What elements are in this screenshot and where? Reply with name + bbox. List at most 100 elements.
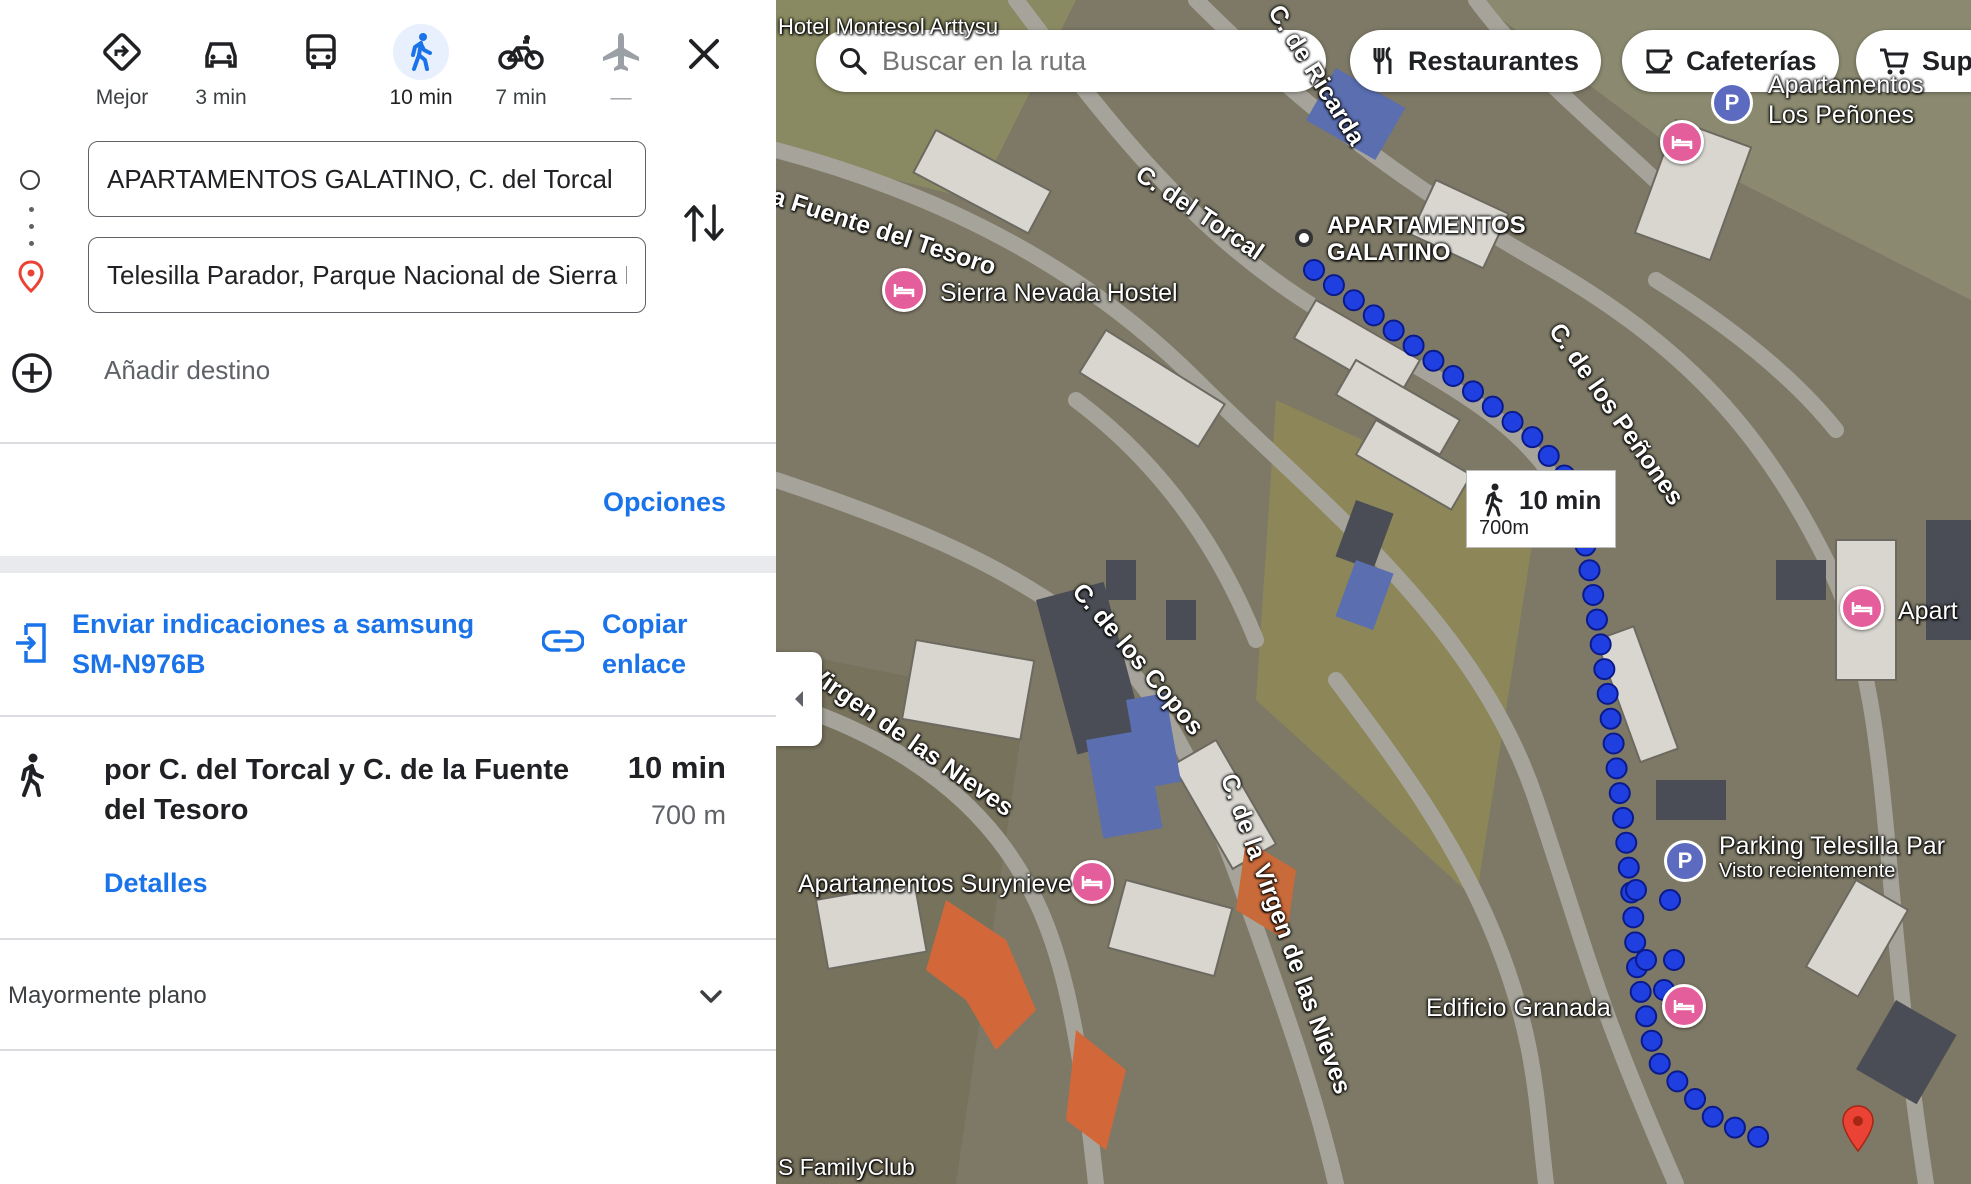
mode-walk-label: 10 min bbox=[389, 86, 453, 109]
mode-best-label: Mejor bbox=[95, 86, 149, 109]
origin-input[interactable] bbox=[89, 142, 645, 216]
place-label[interactable]: Apartamentos Los Peñones bbox=[1768, 70, 1924, 130]
hotel-marker[interactable] bbox=[1662, 984, 1706, 1028]
section-divider bbox=[0, 556, 776, 573]
mode-flight-label: — bbox=[610, 86, 632, 109]
best-route-icon bbox=[94, 24, 150, 80]
callout-duration: 10 min bbox=[1519, 485, 1602, 515]
walk-icon bbox=[21, 753, 44, 797]
callout-distance: 700m bbox=[1479, 517, 1530, 539]
parking-subtitle: Visto recientemente bbox=[1719, 860, 1896, 882]
place-label[interactable]: Sierra Nevada Hostel bbox=[940, 279, 1178, 308]
route-dot bbox=[1747, 1125, 1770, 1148]
route-dot bbox=[1723, 1116, 1746, 1139]
place-label[interactable]: Apartamentos Surynieve bbox=[798, 870, 1072, 899]
swap-icon[interactable] bbox=[682, 200, 726, 246]
airplane-icon bbox=[593, 24, 649, 80]
origin-place-label[interactable]: APARTAMENTOS GALATINO bbox=[1327, 212, 1526, 266]
destination-input[interactable] bbox=[89, 238, 645, 312]
copy-link-button[interactable]: Copiar enlace bbox=[602, 604, 722, 684]
route-dot-icon bbox=[29, 241, 34, 246]
route-dot bbox=[1666, 1070, 1689, 1093]
route-dot bbox=[1462, 380, 1485, 403]
mode-car[interactable]: 3 min bbox=[171, 24, 271, 110]
route-dot bbox=[1602, 732, 1625, 755]
coffee-icon bbox=[1646, 49, 1673, 74]
hotel-marker[interactable] bbox=[1660, 120, 1704, 164]
send-directions-link[interactable]: Enviar indicaciones a samsung SM-N976B bbox=[72, 604, 502, 684]
route-dot bbox=[1605, 757, 1628, 780]
directions-panel: Mejor 3 min 10 min 7 min — APARTAMENTOS … bbox=[0, 0, 776, 1184]
chevron-down-icon[interactable] bbox=[696, 982, 726, 1012]
search-icon bbox=[840, 48, 867, 75]
divider bbox=[0, 1049, 776, 1051]
route-dot bbox=[1537, 444, 1560, 467]
route-dot bbox=[1582, 583, 1605, 606]
route-dot bbox=[1617, 856, 1640, 879]
route-dot-icon bbox=[29, 224, 34, 229]
mode-flight[interactable]: — bbox=[571, 24, 671, 110]
mode-walk[interactable]: 10 min bbox=[371, 24, 471, 110]
route-dot bbox=[1585, 608, 1608, 631]
mode-bike[interactable]: 7 min bbox=[471, 24, 571, 110]
mode-transit[interactable] bbox=[271, 24, 371, 86]
caret-left-icon bbox=[795, 691, 803, 707]
map-view[interactable]: Restaurantes Cafeterías Supe la Fuente d… bbox=[776, 0, 1971, 1184]
route-dot bbox=[1596, 682, 1619, 705]
collapse-panel-button[interactable] bbox=[776, 652, 822, 746]
origin-field[interactable] bbox=[88, 141, 646, 217]
route-dot bbox=[1362, 304, 1385, 327]
place-label[interactable]: Hotel Montesol Arttysu bbox=[778, 14, 998, 40]
route-callout[interactable]: 10 min 700m bbox=[1466, 470, 1616, 548]
bed-icon bbox=[893, 284, 915, 297]
route-search-input[interactable] bbox=[880, 44, 1304, 78]
route-dot bbox=[1612, 806, 1635, 829]
hotel-marker[interactable] bbox=[1070, 860, 1114, 904]
parking-label[interactable]: Parking Telesilla Par bbox=[1719, 832, 1945, 861]
route-distance: 700 m bbox=[650, 800, 726, 830]
route-dot bbox=[1640, 1029, 1663, 1052]
route-dot bbox=[1578, 559, 1601, 582]
parking-marker[interactable]: P bbox=[1664, 840, 1706, 882]
route-dot bbox=[1648, 1052, 1671, 1075]
close-directions-button[interactable] bbox=[676, 26, 732, 82]
restaurants-chip-label: Restaurantes bbox=[1408, 45, 1580, 76]
route-duration: 10 min bbox=[627, 750, 726, 785]
mode-best[interactable]: Mejor bbox=[72, 24, 172, 110]
route-dot bbox=[1629, 980, 1652, 1003]
bed-icon bbox=[1851, 602, 1873, 615]
place-label[interactable]: Apart bbox=[1898, 597, 1958, 626]
close-icon bbox=[689, 39, 719, 69]
walk-icon bbox=[1485, 483, 1503, 517]
bed-icon bbox=[1671, 136, 1693, 149]
restaurants-chip[interactable]: Restaurantes bbox=[1350, 30, 1602, 92]
place-label[interactable]: S FamilyClub bbox=[778, 1154, 915, 1181]
route-description[interactable]: por C. del Torcal y C. de la Fuente del … bbox=[104, 750, 614, 830]
add-destination-button[interactable]: Añadir destino bbox=[104, 355, 270, 386]
bed-icon bbox=[1081, 876, 1103, 889]
route-dot bbox=[1422, 349, 1445, 372]
options-button[interactable]: Opciones bbox=[603, 487, 726, 518]
send-to-phone-icon bbox=[16, 623, 46, 663]
destination-field[interactable] bbox=[88, 237, 646, 313]
link-icon bbox=[542, 630, 584, 652]
bed-icon bbox=[1673, 1000, 1695, 1013]
hotel-marker[interactable] bbox=[882, 268, 926, 312]
route-dot-icon bbox=[29, 207, 34, 212]
add-circle-icon[interactable] bbox=[10, 351, 54, 395]
route-dot bbox=[1608, 782, 1631, 805]
hotel-marker[interactable] bbox=[1840, 586, 1884, 630]
place-label[interactable]: Edificio Granada bbox=[1426, 994, 1611, 1023]
route-dot bbox=[1615, 831, 1638, 854]
route-dot bbox=[1382, 319, 1405, 342]
route-dot bbox=[1635, 1005, 1658, 1028]
route-dot bbox=[1342, 289, 1365, 312]
origin-marker[interactable] bbox=[1295, 229, 1313, 247]
details-button[interactable]: Detalles bbox=[104, 868, 208, 899]
route-dot bbox=[1442, 365, 1465, 388]
route-dot bbox=[1635, 949, 1657, 971]
parking-marker[interactable]: P bbox=[1711, 82, 1753, 124]
terrain-summary: Mayormente plano bbox=[8, 982, 207, 1009]
route-dot bbox=[1624, 931, 1647, 954]
destination-marker-icon[interactable] bbox=[1840, 1104, 1876, 1154]
